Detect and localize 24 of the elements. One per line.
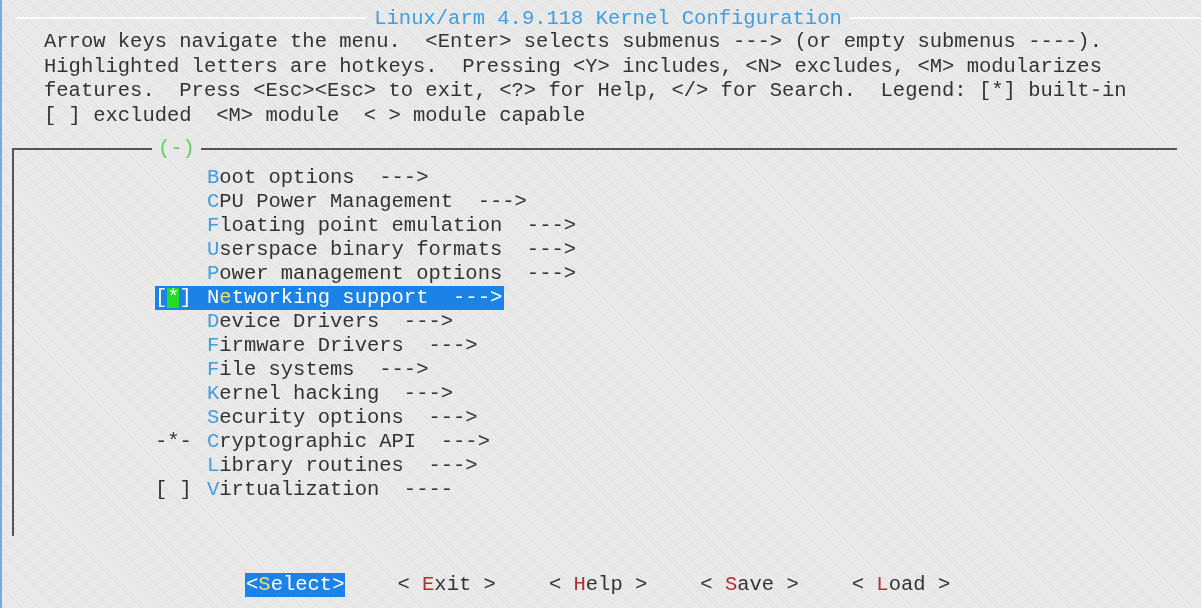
menu-item[interactable]: [ ] Virtualization ---- <box>155 478 456 502</box>
menu-item[interactable]: Power management options ---> <box>155 262 579 286</box>
menu-button[interactable]: <Select> <box>245 573 346 597</box>
scroll-indicator: (-) <box>152 137 201 161</box>
menu-item[interactable]: File systems ---> <box>155 358 431 382</box>
help-text-line: Highlighted letters are hotkeys. Pressing <Y> includes, <N> excludes, <M> modularizes <box>44 54 1103 79</box>
menu-button[interactable]: < Load > <box>850 573 952 597</box>
menu-item[interactable]: CPU Power Management ---> <box>155 190 529 214</box>
menu-button[interactable]: < Save > <box>699 573 800 597</box>
menu-button[interactable]: < Exit > <box>396 573 497 597</box>
menu-item[interactable]: -*- Cryptographic API ---> <box>155 430 492 454</box>
window-title: Linux/arm 4.9.118 Kernel Configuration <box>373 6 843 30</box>
menu-item[interactable]: Floating point emulation ---> <box>155 214 579 238</box>
help-text-line: [ ] excluded <M> module < > module capable <box>44 103 587 128</box>
menu-item[interactable]: Kernel hacking ---> <box>155 382 456 406</box>
menu-item[interactable]: Boot options ---> <box>155 166 431 190</box>
menu-item[interactable]: Firmware Drivers ---> <box>155 334 480 358</box>
menu-item[interactable]: Library routines ---> <box>155 454 480 478</box>
menu-item[interactable]: Userspace binary formats ---> <box>155 238 579 262</box>
menu-item[interactable]: Security options ---> <box>155 406 480 430</box>
menu-button[interactable]: < Help > <box>547 573 649 597</box>
menu-item[interactable]: Device Drivers ---> <box>155 310 456 334</box>
help-text-line: features. Press <Esc><Esc> to exit, <?> for Help, </> for Search. Legend: [*] built-in <box>44 79 1128 104</box>
help-text-line: Arrow keys navigate the menu. <Enter> selects submenus ---> (or empty submenus ----). <box>44 30 1103 55</box>
